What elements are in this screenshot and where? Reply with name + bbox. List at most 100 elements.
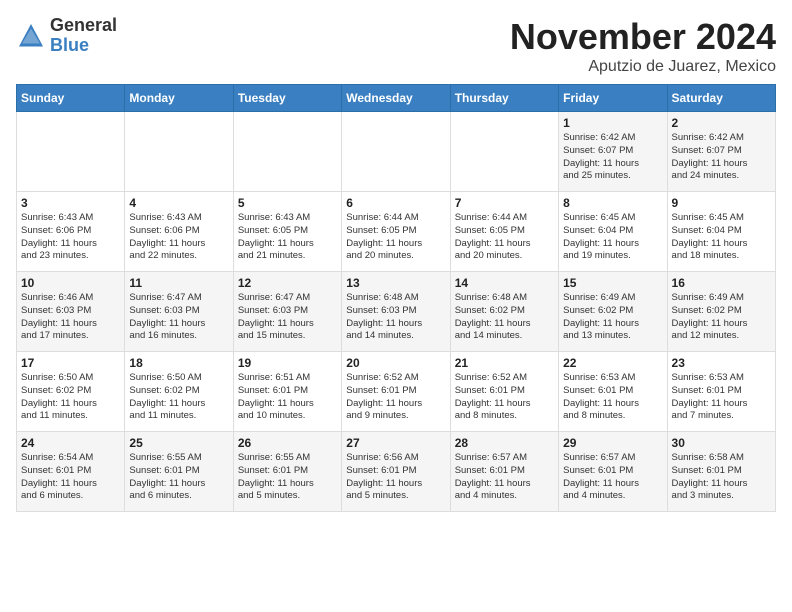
day-number: 27: [346, 436, 445, 450]
calendar-cell: 1 Sunrise: 6:42 AM Sunset: 6:07 PM Daylig…: [559, 112, 667, 192]
logo: General Blue: [16, 16, 117, 56]
day-number: 21: [455, 356, 554, 370]
day-info: Sunrise: 6:56 AM Sunset: 6:01 PM Dayligh…: [346, 452, 445, 503]
day-number: 26: [238, 436, 337, 450]
calendar-cell: 17 Sunrise: 6:50 AM Sunset: 6:02 PM Dayli…: [17, 352, 125, 432]
calendar-cell: 6 Sunrise: 6:44 AM Sunset: 6:05 PM Daylig…: [342, 192, 450, 272]
day-info: Sunrise: 6:47 AM Sunset: 6:03 PM Dayligh…: [238, 292, 337, 343]
day-number: 6: [346, 196, 445, 210]
day-number: 20: [346, 356, 445, 370]
logo-blue: Blue: [50, 36, 117, 56]
day-info: Sunrise: 6:42 AM Sunset: 6:07 PM Dayligh…: [563, 132, 662, 183]
day-info: Sunrise: 6:54 AM Sunset: 6:01 PM Dayligh…: [21, 452, 120, 503]
day-info: Sunrise: 6:43 AM Sunset: 6:05 PM Dayligh…: [238, 212, 337, 263]
day-number: 12: [238, 276, 337, 290]
calendar-cell: 18 Sunrise: 6:50 AM Sunset: 6:02 PM Dayli…: [125, 352, 233, 432]
day-info: Sunrise: 6:44 AM Sunset: 6:05 PM Dayligh…: [346, 212, 445, 263]
day-number: 13: [346, 276, 445, 290]
calendar-cell: 5 Sunrise: 6:43 AM Sunset: 6:05 PM Daylig…: [233, 192, 341, 272]
calendar-cell: [233, 112, 341, 192]
calendar-cell: 26 Sunrise: 6:55 AM Sunset: 6:01 PM Dayli…: [233, 432, 341, 512]
day-info: Sunrise: 6:58 AM Sunset: 6:01 PM Dayligh…: [672, 452, 771, 503]
calendar-week-row: 24Sunrise: 6:54 AM Sunset: 6:01 PM Dayli…: [17, 432, 776, 512]
day-info: Sunrise: 6:47 AM Sunset: 6:03 PM Dayligh…: [129, 292, 228, 343]
day-number: 18: [129, 356, 228, 370]
day-number: 5: [238, 196, 337, 210]
day-info: Sunrise: 6:52 AM Sunset: 6:01 PM Dayligh…: [455, 372, 554, 423]
calendar-cell: 29 Sunrise: 6:57 AM Sunset: 6:01 PM Dayli…: [559, 432, 667, 512]
day-info: Sunrise: 6:51 AM Sunset: 6:01 PM Dayligh…: [238, 372, 337, 423]
day-info: Sunrise: 6:55 AM Sunset: 6:01 PM Dayligh…: [129, 452, 228, 503]
day-info: Sunrise: 6:50 AM Sunset: 6:02 PM Dayligh…: [21, 372, 120, 423]
calendar-cell: 3 Sunrise: 6:43 AM Sunset: 6:06 PM Daylig…: [17, 192, 125, 272]
day-number: 30: [672, 436, 771, 450]
day-info: Sunrise: 6:52 AM Sunset: 6:01 PM Dayligh…: [346, 372, 445, 423]
calendar-cell: 4 Sunrise: 6:43 AM Sunset: 6:06 PM Daylig…: [125, 192, 233, 272]
day-number: 16: [672, 276, 771, 290]
day-number: 10: [21, 276, 120, 290]
logo-general: General: [50, 16, 117, 36]
calendar-cell: 20 Sunrise: 6:52 AM Sunset: 6:01 PM Dayli…: [342, 352, 450, 432]
logo-icon: [16, 21, 46, 51]
day-info: Sunrise: 6:44 AM Sunset: 6:05 PM Dayligh…: [455, 212, 554, 263]
col-header-friday: Friday: [559, 85, 667, 112]
day-info: Sunrise: 6:45 AM Sunset: 6:04 PM Dayligh…: [563, 212, 662, 263]
col-header-saturday: Saturday: [667, 85, 775, 112]
day-info: Sunrise: 6:43 AM Sunset: 6:06 PM Dayligh…: [129, 212, 228, 263]
calendar-cell: 13Sunrise: 6:48 AM Sunset: 6:03 PM Dayli…: [342, 272, 450, 352]
day-number: 25: [129, 436, 228, 450]
day-number: 29: [563, 436, 662, 450]
calendar-cell: 28Sunrise: 6:57 AM Sunset: 6:01 PM Dayli…: [450, 432, 558, 512]
calendar-cell: 7Sunrise: 6:44 AM Sunset: 6:05 PM Daylig…: [450, 192, 558, 272]
col-header-sunday: Sunday: [17, 85, 125, 112]
day-info: Sunrise: 6:50 AM Sunset: 6:02 PM Dayligh…: [129, 372, 228, 423]
day-number: 28: [455, 436, 554, 450]
day-info: Sunrise: 6:48 AM Sunset: 6:02 PM Dayligh…: [455, 292, 554, 343]
calendar-cell: 22Sunrise: 6:53 AM Sunset: 6:01 PM Dayli…: [559, 352, 667, 432]
calendar-cell: 21 Sunrise: 6:52 AM Sunset: 6:01 PM Dayli…: [450, 352, 558, 432]
calendar-cell: 10 Sunrise: 6:46 AM Sunset: 6:03 PM Dayli…: [17, 272, 125, 352]
day-number: 19: [238, 356, 337, 370]
calendar-cell: [342, 112, 450, 192]
day-number: 11: [129, 276, 228, 290]
calendar-cell: [125, 112, 233, 192]
day-number: 14: [455, 276, 554, 290]
calendar-week-row: 17 Sunrise: 6:50 AM Sunset: 6:02 PM Dayli…: [17, 352, 776, 432]
calendar-cell: 9 Sunrise: 6:45 AM Sunset: 6:04 PM Daylig…: [667, 192, 775, 272]
calendar-week-row: 3 Sunrise: 6:43 AM Sunset: 6:06 PM Daylig…: [17, 192, 776, 272]
calendar-cell: 16 Sunrise: 6:49 AM Sunset: 6:02 PM Dayli…: [667, 272, 775, 352]
calendar-cell: 2Sunrise: 6:42 AM Sunset: 6:07 PM Daylig…: [667, 112, 775, 192]
calendar-cell: 24Sunrise: 6:54 AM Sunset: 6:01 PM Dayli…: [17, 432, 125, 512]
col-header-wednesday: Wednesday: [342, 85, 450, 112]
col-header-tuesday: Tuesday: [233, 85, 341, 112]
calendar-cell: 14 Sunrise: 6:48 AM Sunset: 6:02 PM Dayli…: [450, 272, 558, 352]
day-info: Sunrise: 6:43 AM Sunset: 6:06 PM Dayligh…: [21, 212, 120, 263]
day-number: 1: [563, 116, 662, 130]
col-header-thursday: Thursday: [450, 85, 558, 112]
logo-text: General Blue: [50, 16, 117, 56]
calendar-cell: [450, 112, 558, 192]
day-number: 9: [672, 196, 771, 210]
calendar-header-row: SundayMondayTuesdayWednesdayThursdayFrid…: [17, 85, 776, 112]
calendar-cell: 8 Sunrise: 6:45 AM Sunset: 6:04 PM Daylig…: [559, 192, 667, 272]
calendar-cell: [17, 112, 125, 192]
calendar-cell: 30 Sunrise: 6:58 AM Sunset: 6:01 PM Dayli…: [667, 432, 775, 512]
day-number: 4: [129, 196, 228, 210]
calendar-table: SundayMondayTuesdayWednesdayThursdayFrid…: [16, 84, 776, 512]
day-number: 8: [563, 196, 662, 210]
month-title: November 2024: [510, 16, 776, 58]
day-info: Sunrise: 6:57 AM Sunset: 6:01 PM Dayligh…: [563, 452, 662, 503]
day-number: 3: [21, 196, 120, 210]
day-info: Sunrise: 6:45 AM Sunset: 6:04 PM Dayligh…: [672, 212, 771, 263]
col-header-monday: Monday: [125, 85, 233, 112]
calendar-cell: 23Sunrise: 6:53 AM Sunset: 6:01 PM Dayli…: [667, 352, 775, 432]
day-info: Sunrise: 6:46 AM Sunset: 6:03 PM Dayligh…: [21, 292, 120, 343]
calendar-cell: 11 Sunrise: 6:47 AM Sunset: 6:03 PM Dayli…: [125, 272, 233, 352]
calendar-week-row: 10 Sunrise: 6:46 AM Sunset: 6:03 PM Dayli…: [17, 272, 776, 352]
day-info: Sunrise: 6:55 AM Sunset: 6:01 PM Dayligh…: [238, 452, 337, 503]
day-number: 22: [563, 356, 662, 370]
day-info: Sunrise: 6:49 AM Sunset: 6:02 PM Dayligh…: [672, 292, 771, 343]
day-number: 15: [563, 276, 662, 290]
day-number: 17: [21, 356, 120, 370]
page-header: General Blue November 2024 Aputzio de Ju…: [16, 16, 776, 76]
